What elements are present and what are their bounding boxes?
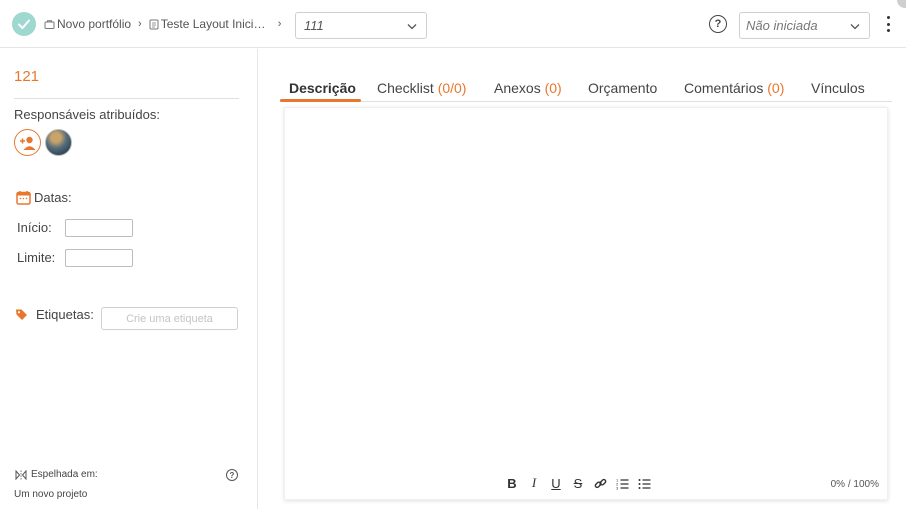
document-icon xyxy=(149,19,159,29)
mirror-icon xyxy=(15,469,27,480)
tags-row: Etiquetas: xyxy=(15,307,94,322)
link-icon xyxy=(594,478,606,488)
mirrored-label: Espelhada em: xyxy=(31,469,98,480)
calendar-icon xyxy=(16,191,31,205)
active-tab-indicator xyxy=(280,99,361,102)
tab-label: Comentários xyxy=(684,80,764,96)
close-corner[interactable] xyxy=(897,0,906,8)
breadcrumb-portfolio-label: Novo portfólio xyxy=(57,17,132,31)
italic-button[interactable]: I xyxy=(527,475,541,490)
breadcrumb: Novo portfólio › Teste Layout Iniciati..… xyxy=(44,16,288,32)
task-select[interactable]: 111 xyxy=(295,12,427,39)
breadcrumb-project-label: Teste Layout Iniciati... xyxy=(160,17,271,31)
task-details-panel: 121 Responsáveis atribuídos: Datas: Iníc… xyxy=(0,49,258,509)
tab-count: (0) xyxy=(767,80,785,96)
chevron-right-icon: › xyxy=(277,18,282,30)
tab-descricao[interactable]: Descrição xyxy=(289,80,356,96)
tab-count: (0/0) xyxy=(437,80,467,96)
breadcrumb-portfolio[interactable]: Novo portfólio xyxy=(44,17,131,31)
tab-count: (0) xyxy=(544,80,562,96)
responsibles-label: Responsáveis atribuídos: xyxy=(14,107,160,122)
mirrored-project-link[interactable]: Um novo projeto xyxy=(14,489,87,500)
chevron-down-icon xyxy=(407,24,417,30)
svg-text:3: 3 xyxy=(616,485,619,490)
help-icon[interactable]: ? xyxy=(226,469,238,481)
mirrored-header: Espelhada em: xyxy=(15,469,98,480)
bold-button[interactable]: B xyxy=(505,476,519,491)
dates-header: Datas: xyxy=(16,190,72,205)
tag-input[interactable]: Crie uma etiqueta xyxy=(101,307,238,330)
chevron-right-icon: › xyxy=(138,18,142,30)
task-number[interactable]: 121 xyxy=(14,68,39,85)
add-user-icon xyxy=(19,136,35,150)
more-options-icon[interactable] xyxy=(882,15,894,33)
start-date-label: Início: xyxy=(17,220,52,235)
bullet-list-button[interactable] xyxy=(637,476,651,490)
description-editor[interactable]: B I U S 123 0% / 100% xyxy=(284,107,888,500)
due-date-input[interactable] xyxy=(65,249,133,267)
briefcase-icon xyxy=(44,19,55,29)
bullet-list-icon xyxy=(638,478,650,489)
add-responsible-button[interactable] xyxy=(14,129,41,156)
tags-label: Etiquetas: xyxy=(36,307,94,322)
ordered-list-button[interactable]: 123 xyxy=(615,476,629,490)
completion-progress: 0% / 100% xyxy=(830,479,879,490)
tab-label: Checklist xyxy=(377,80,434,96)
avatar[interactable] xyxy=(45,129,72,156)
editor-toolbar: B I U S 123 xyxy=(505,475,651,491)
task-select-value: 111 xyxy=(304,18,324,33)
start-date-input[interactable] xyxy=(65,219,133,237)
chevron-down-icon xyxy=(850,24,860,30)
tab-label: Vínculos xyxy=(811,80,865,96)
tab-label: Descrição xyxy=(289,80,356,96)
check-icon xyxy=(18,19,30,29)
top-bar: Novo portfólio › Teste Layout Iniciati..… xyxy=(0,0,906,48)
tabs-bar: Descrição Checklist (0/0) Anexos (0) Orç… xyxy=(280,78,892,102)
divider xyxy=(14,98,239,99)
strikethrough-button[interactable]: S xyxy=(571,476,585,491)
complete-task-button[interactable] xyxy=(12,12,36,36)
tab-label: Anexos xyxy=(494,80,541,96)
breadcrumb-project[interactable]: Teste Layout Iniciati... xyxy=(149,17,271,31)
status-select[interactable]: Não iniciada xyxy=(739,12,870,39)
tab-orcamento[interactable]: Orçamento xyxy=(588,80,657,96)
due-date-label: Limite: xyxy=(17,250,56,265)
tab-vinculos[interactable]: Vínculos xyxy=(811,80,865,96)
tag-icon xyxy=(16,309,27,320)
link-button[interactable] xyxy=(593,476,607,490)
help-icon[interactable]: ? xyxy=(709,15,727,33)
dates-label: Datas: xyxy=(34,190,72,205)
tab-anexos[interactable]: Anexos (0) xyxy=(494,80,562,96)
underline-button[interactable]: U xyxy=(549,476,563,491)
tab-comentarios[interactable]: Comentários (0) xyxy=(684,80,784,96)
status-select-value: Não iniciada xyxy=(746,18,818,33)
tab-checklist[interactable]: Checklist (0/0) xyxy=(377,80,466,96)
ordered-list-icon: 123 xyxy=(616,477,628,490)
tab-label: Orçamento xyxy=(588,80,658,96)
